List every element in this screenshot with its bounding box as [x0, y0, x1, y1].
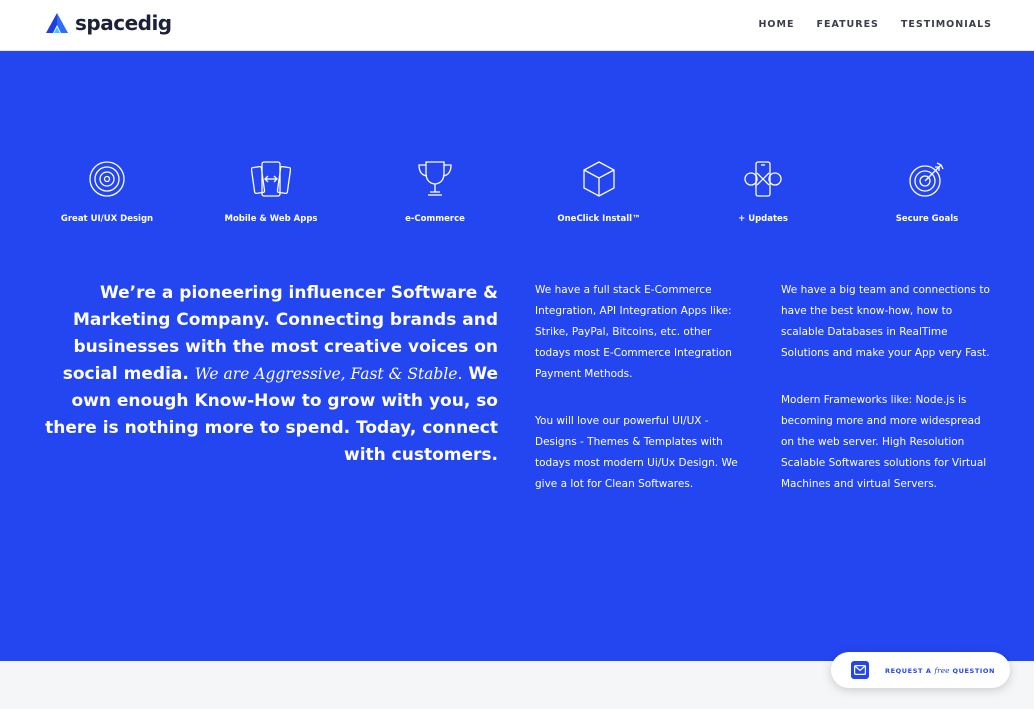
logo[interactable]: spacedig: [45, 11, 172, 35]
info-paragraph: You will love our powerful UI/UX - Desig…: [535, 415, 738, 490]
feature-ecommerce: e-Commerce: [353, 159, 517, 224]
phone-sync-icon: [744, 161, 782, 197]
nav-features[interactable]: FEATURES: [816, 19, 878, 30]
feature-label: Secure Goals: [895, 214, 959, 224]
company-statement: We’re a pioneering influencer Software &…: [40, 280, 498, 469]
feature-label: Great UI/UX Design: [60, 214, 154, 224]
trophy-icon: [418, 161, 452, 196]
feature-label: + Updates: [738, 214, 788, 224]
feature-label: e-Commerce: [405, 214, 465, 224]
info-paragraph: Modern Frameworks like: Node.js is becom…: [781, 394, 987, 490]
devices-icon: [251, 161, 291, 197]
info-column-2: We have a big team and connections to ha…: [781, 280, 996, 521]
feature-secure-goals: Secure Goals: [845, 159, 1009, 224]
feature-ui-ux: Great UI/UX Design: [25, 159, 189, 224]
site-header: spacedig HOME FEATURES TESTIMONIALS: [0, 0, 1034, 51]
logo-mark-icon: [46, 13, 68, 33]
feature-mobile-web: Mobile & Web Apps: [189, 159, 353, 224]
target-arrow-icon: [909, 162, 944, 197]
features-section: Great UI/UX Design Mobile & Web Apps e-C…: [0, 51, 1034, 661]
info-paragraph: We have a full stack E-Commerce Integrat…: [535, 284, 732, 380]
statement-emphasis: We are Aggressive, Fast & Stable.: [194, 365, 463, 383]
feature-oneclick: OneClick Install™: [517, 159, 681, 224]
envelope-icon: [851, 661, 869, 679]
feature-label: OneClick Install™: [557, 214, 641, 224]
nav-testimonials[interactable]: TESTIMONIALS: [901, 19, 992, 30]
info-column-1: We have a full stack E-Commerce Integrat…: [535, 280, 745, 521]
cube-icon: [583, 161, 615, 197]
brand-name: spacedig: [75, 11, 172, 35]
feature-label: Mobile & Web Apps: [224, 214, 318, 224]
request-question-button[interactable]: REQUEST A free QUESTION: [831, 652, 1010, 688]
target-rings-icon: [89, 161, 125, 197]
request-question-label: REQUEST A free QUESTION: [885, 665, 996, 675]
main-nav: HOME FEATURES TESTIMONIALS: [758, 19, 992, 30]
info-paragraph: We have a big team and connections to ha…: [781, 284, 990, 359]
feature-updates: + Updates: [681, 159, 845, 224]
feature-icon-row: Great UI/UX Design Mobile & Web Apps e-C…: [25, 159, 1009, 224]
nav-home[interactable]: HOME: [758, 19, 794, 30]
